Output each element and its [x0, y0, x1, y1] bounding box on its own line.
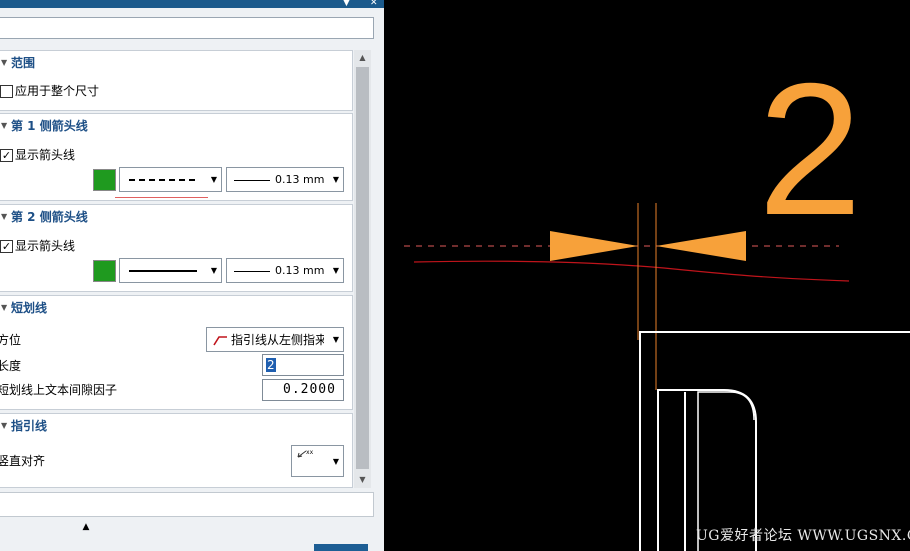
arrow1-width-value: 0.13 mm [275, 173, 325, 186]
arrowhead-left [550, 231, 638, 261]
group-leader-header[interactable]: ▼ 指引线 [0, 414, 352, 438]
group-range-header[interactable]: ▼ 范围 [0, 51, 352, 75]
arrowhead-right [656, 231, 746, 261]
chevron-down-icon[interactable]: ▼ [1, 58, 7, 68]
red-curve [413, 260, 850, 282]
line-width-icon [234, 271, 270, 272]
group-leader: ▼ 指引线 竖直对齐 xx xxxx xxx ▼ [0, 413, 371, 488]
chevron-down-icon[interactable]: ▼ [1, 421, 7, 431]
close-icon[interactable]: ✕ [370, 0, 378, 8]
chevron-down-icon: ▼ [332, 266, 339, 275]
group-range-title: 范围 [11, 56, 36, 70]
part-outer-edge [639, 331, 910, 551]
minimize-icon[interactable]: ▼ [343, 0, 350, 8]
group-stub-title: 短划线 [11, 301, 48, 315]
chevron-down-icon[interactable]: ▼ [1, 303, 7, 313]
bottom-field[interactable] [0, 492, 374, 517]
length-input[interactable]: 2 [262, 354, 344, 376]
chevron-down-icon: ▼ [332, 335, 339, 344]
arrow2-width-dropdown[interactable]: 0.13 mm ▼ [226, 258, 344, 283]
text-align-leader-icon: xx xxxx xxx [297, 449, 371, 473]
arrow1-width-dropdown[interactable]: 0.13 mm ▼ [226, 167, 344, 192]
group-arrow-side-2: ▼ 第 2 侧箭头线 ✓ 显示箭头线 ▼ 0.13 mm ▼ [0, 204, 353, 292]
orientation-dropdown[interactable]: 指引线从左侧指来 ▼ [206, 327, 344, 352]
solid-line-icon [129, 270, 197, 272]
show-arrow2-checkbox[interactable]: ✓ [0, 240, 13, 253]
align-icon-text: xx xxxx xxx [306, 449, 371, 456]
chevron-down-icon[interactable]: ▼ [1, 121, 7, 131]
chevron-down-icon: ▼ [332, 175, 339, 184]
arrow1-color-swatch[interactable] [93, 169, 116, 191]
gap-factor-label: 短划线上文本间隙因子 [0, 383, 118, 397]
orientation-label: 方位 [0, 333, 22, 347]
show-arrow2-label: 显示箭头线 [15, 239, 76, 253]
forum-watermark: UG爱好者论坛 WWW.UGSNX.COM [696, 528, 910, 544]
dialog-titlebar: ▼ ✕ [0, 0, 384, 8]
group-arrow-side-1: ▼ 第 1 侧箭头线 ✓ 显示箭头线 ▼ 0.13 mm ▼ [0, 113, 353, 201]
gap-factor-input[interactable]: 0.2000 [262, 379, 344, 401]
length-label: 长度 [0, 359, 22, 373]
group-arrow2-header[interactable]: ▼ 第 2 侧箭头线 [0, 205, 352, 229]
panel-scrollbar[interactable]: ▲ ▼ [354, 50, 371, 488]
apply-whole-checkbox[interactable] [0, 85, 13, 98]
highlight-underline [115, 197, 208, 198]
arrow2-linestyle-dropdown[interactable]: ▼ [119, 258, 222, 283]
vertical-align-label: 竖直对齐 [0, 454, 46, 468]
arrow2-color-swatch[interactable] [93, 260, 116, 282]
group-arrow1-header[interactable]: ▼ 第 1 侧箭头线 [0, 114, 352, 138]
dashed-line-icon [129, 179, 195, 181]
collapse-up-icon[interactable]: ▲ [79, 521, 93, 533]
group-range: ▼ 范围 应用于整个尺寸 [0, 50, 353, 111]
group-arrow1-title: 第 1 侧箭头线 [11, 119, 88, 133]
leader-left-icon [213, 336, 227, 346]
group-stub: ▼ 短划线 方位 指引线从左侧指来 ▼ 长度 2 短划线上文本间隙因子 0.20… [0, 295, 353, 410]
graphics-canvas[interactable]: 2 [384, 0, 910, 551]
group-arrow2-title: 第 2 侧箭头线 [11, 210, 88, 224]
length-value: 2 [266, 358, 276, 372]
apply-whole-label: 应用于整个尺寸 [15, 84, 100, 98]
gap-factor-value: 0.2000 [283, 382, 336, 397]
arrow1-linestyle-dropdown[interactable]: ▼ [119, 167, 222, 192]
line-width-icon [234, 180, 270, 181]
group-stub-header[interactable]: ▼ 短划线 [0, 296, 352, 320]
chevron-down-icon: ▼ [210, 175, 217, 184]
orientation-value: 指引线从左侧指来 [231, 333, 324, 347]
dimension-settings-panel: ▼ ✕ ▼ 范围 应用于整个尺寸 ▼ 第 1 侧箭头线 ✓ 显示箭头线 ▼ 0.… [0, 0, 384, 551]
scroll-down-icon[interactable]: ▼ [354, 472, 371, 488]
show-arrow1-checkbox[interactable]: ✓ [0, 149, 13, 162]
scroll-up-icon[interactable]: ▲ [354, 50, 371, 66]
group-leader-title: 指引线 [11, 419, 48, 433]
vertical-align-dropdown[interactable]: xx xxxx xxx ▼ [291, 445, 371, 477]
show-arrow1-label: 显示箭头线 [15, 148, 76, 162]
dimension-text[interactable]: 2 [758, 44, 863, 254]
scroll-thumb[interactable] [356, 67, 369, 469]
selection-field[interactable] [0, 17, 374, 39]
ok-button[interactable] [314, 544, 368, 551]
arrow2-width-value: 0.13 mm [275, 264, 325, 277]
chevron-down-icon[interactable]: ▼ [1, 212, 7, 222]
chevron-down-icon: ▼ [210, 266, 217, 275]
chevron-down-icon: ▼ [332, 457, 339, 466]
